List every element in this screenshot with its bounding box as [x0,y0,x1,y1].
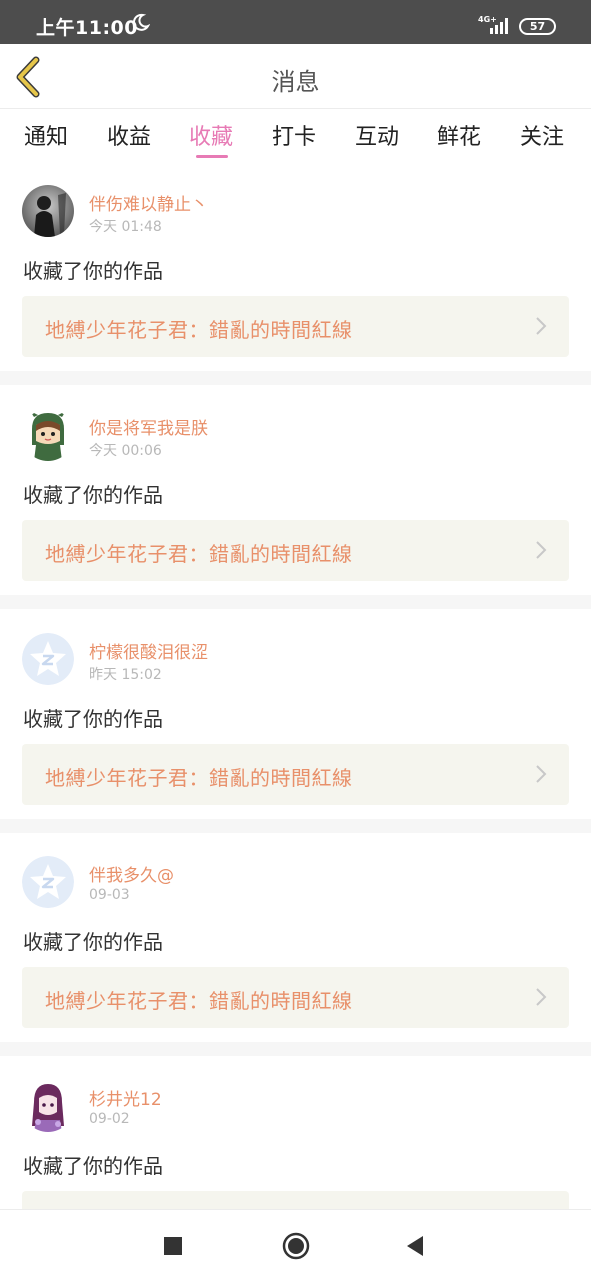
list-item[interactable]: 伴我多久@ 09-03 收藏了你的作品 地縛少年花子君：錯亂的時間紅線 [0,843,591,1042]
dark-figure-avatar-icon [22,185,74,237]
cartoon-girl-avatar-icon [22,409,74,461]
screen: 上午11:00 4G+ 57 消息 通知 收益 收藏 打卡 互动 鲜花 关注 伴… [0,0,591,1280]
tab-favorites[interactable]: 收藏 [189,119,233,151]
chevron-right-icon [536,541,547,559]
timestamp: 09-02 [89,1111,130,1127]
home-button[interactable] [282,1232,310,1260]
work-card[interactable]: 地縛少年花子君：錯亂的時間紅線 [22,296,569,357]
timestamp: 09-03 [89,887,130,903]
divider [0,1042,591,1056]
action-text: 收藏了你的作品 [23,483,163,507]
recent-apps-button[interactable] [164,1237,182,1255]
divider [0,819,591,833]
avatar[interactable] [22,856,74,908]
work-card[interactable]: 地縛少年花子君：錯亂的時間紅線 [22,967,569,1028]
tab-follows[interactable]: 关注 [520,119,564,151]
tab-bar: 通知 收益 收藏 打卡 互动 鲜花 关注 [0,110,591,172]
timestamp: 昨天 15:02 [89,667,162,683]
battery-icon: 57 [519,18,556,35]
work-title: 地縛少年花子君：錯亂的時間紅線 [45,766,353,790]
timestamp: 今天 00:06 [89,443,162,459]
work-card[interactable]: 地縛少年花子君：錯亂的時間紅線 [22,520,569,581]
action-text: 收藏了你的作品 [23,707,163,731]
user-name[interactable]: 伴我多久@ [89,861,174,886]
active-tab-indicator [196,155,228,158]
action-text: 收藏了你的作品 [23,259,163,283]
work-card[interactable]: 地縛少年花子君：錯亂的時間紅線 [22,744,569,805]
moon-icon [132,13,150,31]
tab-flowers[interactable]: 鲜花 [437,119,481,151]
page-title: 消息 [271,68,320,96]
header: 消息 [0,44,591,109]
user-name[interactable]: 杉井光12 [89,1085,162,1110]
action-text: 收藏了你的作品 [23,930,163,954]
timestamp: 今天 01:48 [89,219,162,235]
chevron-right-icon [536,765,547,783]
avatar[interactable] [22,185,74,237]
list-item[interactable]: 你是将军我是朕 今天 00:06 收藏了你的作品 地縛少年花子君：錯亂的時間紅線 [0,396,591,595]
anime-character-avatar-icon [22,1080,74,1132]
chevron-right-icon [536,317,547,335]
action-text: 收藏了你的作品 [23,1154,163,1178]
back-nav-button[interactable] [405,1235,425,1257]
system-nav-bar [0,1209,591,1280]
default-star-avatar-icon [22,633,74,685]
avatar[interactable] [22,1080,74,1132]
list-item[interactable]: 伴伤难以静止丶 今天 01:48 收藏了你的作品 地縛少年花子君：錯亂的時間紅線 [0,172,591,371]
user-name[interactable]: 你是将军我是朕 [89,414,208,439]
tab-interactions[interactable]: 互动 [355,119,399,151]
tab-checkin[interactable]: 打卡 [272,119,316,151]
divider [0,371,591,385]
tab-notifications[interactable]: 通知 [24,119,68,151]
work-title: 地縛少年花子君：錯亂的時間紅線 [45,318,353,342]
avatar[interactable] [22,409,74,461]
status-time: 上午11:00 [36,17,138,39]
tab-earnings[interactable]: 收益 [107,119,151,151]
work-title: 地縛少年花子君：錯亂的時間紅線 [45,989,353,1013]
status-bar: 上午11:00 4G+ 57 [0,0,591,44]
default-star-avatar-icon [22,856,74,908]
work-title: 地縛少年花子君：錯亂的時間紅線 [45,542,353,566]
user-name[interactable]: 柠檬很酸泪很涩 [89,638,208,663]
avatar[interactable] [22,633,74,685]
user-name[interactable]: 伴伤难以静止丶 [89,190,208,215]
list-item[interactable]: 柠檬很酸泪很涩 昨天 15:02 收藏了你的作品 地縛少年花子君：錯亂的時間紅線 [0,620,591,819]
divider [0,595,591,609]
chevron-right-icon [536,988,547,1006]
signal-icon [488,16,512,34]
